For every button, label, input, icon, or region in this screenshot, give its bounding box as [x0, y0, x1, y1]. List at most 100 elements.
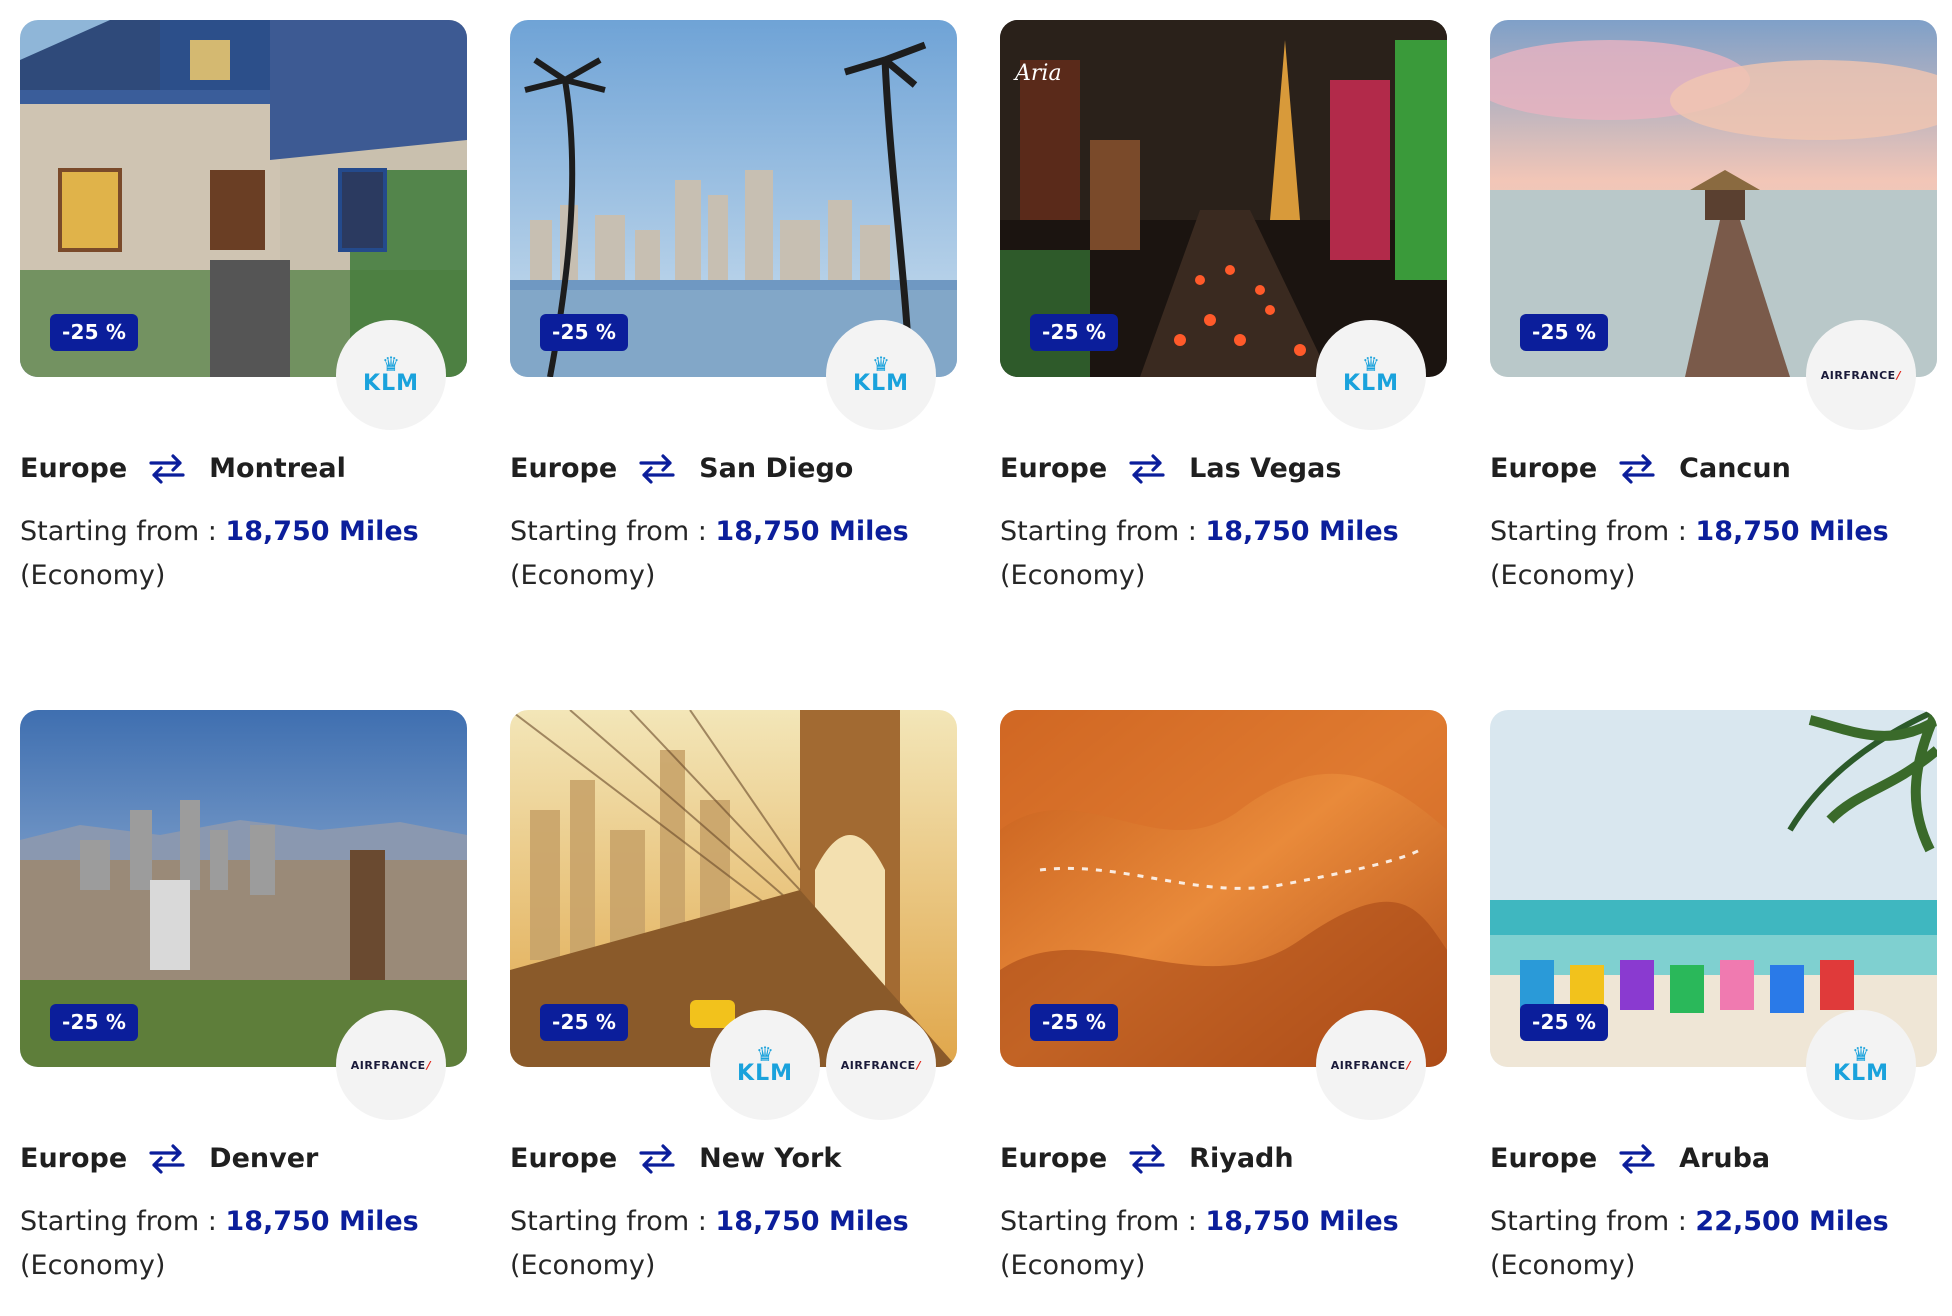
price-miles: 18,750 Miles: [715, 1206, 909, 1237]
route-origin: Europe: [1000, 453, 1108, 484]
route-title[interactable]: Europe Riyadh: [1000, 1143, 1447, 1174]
klm-airline-badge: ♛ KLM: [826, 320, 936, 430]
price-miles: 18,750 Miles: [225, 1206, 419, 1237]
klm-wordmark: KLM: [1343, 371, 1399, 396]
airfrance-logo: AIRFRANCE/: [1820, 368, 1902, 382]
airfrance-logo: AIRFRANCE/: [350, 1058, 432, 1072]
route-origin: Europe: [510, 453, 618, 484]
price-label: Starting from :: [1000, 516, 1197, 547]
price-block: Starting from : 18,750 Miles (Economy): [20, 510, 467, 598]
price-miles: 18,750 Miles: [1695, 516, 1889, 547]
destination-grid: -25 % Europe Montreal Starting from : 18…: [20, 20, 1937, 1281]
destination-card[interactable]: -25 % Europe Riyadh Starting from : 18,7…: [1000, 710, 1447, 1281]
route-destination: Riyadh: [1189, 1143, 1294, 1174]
swap-arrows-icon: [1129, 1143, 1165, 1174]
route-title[interactable]: Europe Las Vegas: [1000, 453, 1447, 484]
swap-arrows-icon: [1619, 1143, 1655, 1174]
route-origin: Europe: [20, 1143, 128, 1174]
discount-badge: -25 %: [1030, 314, 1119, 351]
route-destination: Cancun: [1679, 453, 1791, 484]
route-title[interactable]: Europe New York: [510, 1143, 957, 1174]
price-block: Starting from : 18,750 Miles (Economy): [1000, 510, 1447, 598]
destination-card[interactable]: -25 % Europe New York Starting from : 18…: [510, 710, 957, 1281]
destination-card[interactable]: -25 % Europe Cancun Starting from : 18,7…: [1490, 20, 1937, 591]
klm-airline-badge: ♛ KLM: [1806, 1010, 1916, 1120]
airfrance-airline-badge: AIRFRANCE/: [826, 1010, 936, 1120]
route-destination: Aruba: [1679, 1143, 1771, 1174]
swap-arrows-icon: [149, 453, 185, 484]
price-miles: 18,750 Miles: [715, 516, 909, 547]
price-label: Starting from :: [20, 516, 217, 547]
klm-logo: ♛ KLM: [853, 354, 909, 396]
swap-arrows-icon: [639, 453, 675, 484]
price-label: Starting from :: [20, 1206, 217, 1237]
price-block: Starting from : 18,750 Miles (Economy): [510, 1200, 957, 1288]
klm-wordmark: KLM: [1833, 1061, 1889, 1086]
cabin-class: (Economy): [510, 560, 656, 591]
cabin-class: (Economy): [510, 1250, 656, 1281]
destination-card[interactable]: -25 % Europe Denver Starting from : 18,7…: [20, 710, 467, 1281]
cabin-class: (Economy): [1000, 1250, 1146, 1281]
price-miles: 18,750 Miles: [225, 516, 419, 547]
route-origin: Europe: [1000, 1143, 1108, 1174]
airfrance-airline-badge: AIRFRANCE/: [1316, 1010, 1426, 1120]
swap-arrows-icon: [149, 1143, 185, 1174]
price-label: Starting from :: [1490, 1206, 1687, 1237]
airfrance-logo: AIRFRANCE/: [1330, 1058, 1412, 1072]
price-block: Starting from : 18,750 Miles (Economy): [1000, 1200, 1447, 1288]
discount-badge: -25 %: [50, 314, 139, 351]
price-miles: 18,750 Miles: [1205, 516, 1399, 547]
price-block: Starting from : 22,500 Miles (Economy): [1490, 1200, 1937, 1288]
price-label: Starting from :: [1490, 516, 1687, 547]
route-origin: Europe: [20, 453, 128, 484]
route-destination: Montreal: [209, 453, 346, 484]
klm-airline-badge: ♛ KLM: [1316, 320, 1426, 430]
airfrance-logo: AIRFRANCE/: [840, 1058, 922, 1072]
route-destination: Denver: [209, 1143, 319, 1174]
price-block: Starting from : 18,750 Miles (Economy): [510, 510, 957, 598]
swap-arrows-icon: [1619, 453, 1655, 484]
cabin-class: (Economy): [1490, 1250, 1636, 1281]
swap-arrows-icon: [639, 1143, 675, 1174]
airfrance-airline-badge: AIRFRANCE/: [1806, 320, 1916, 430]
destination-card[interactable]: Aria -25 % Europe Las Vegas Starting fro…: [1000, 20, 1447, 591]
cabin-class: (Economy): [1000, 560, 1146, 591]
svg-text:Aria: Aria: [1013, 61, 1062, 86]
airfrance-airline-badge: AIRFRANCE/: [336, 1010, 446, 1120]
cabin-class: (Economy): [20, 560, 166, 591]
route-title[interactable]: Europe Cancun: [1490, 453, 1937, 484]
discount-badge: -25 %: [1520, 1004, 1609, 1041]
klm-logo: ♛ KLM: [737, 1044, 793, 1086]
route-title[interactable]: Europe Montreal: [20, 453, 467, 484]
route-destination: Las Vegas: [1189, 453, 1342, 484]
route-title[interactable]: Europe San Diego: [510, 453, 957, 484]
price-block: Starting from : 18,750 Miles (Economy): [20, 1200, 467, 1288]
klm-wordmark: KLM: [853, 371, 909, 396]
price-miles: 18,750 Miles: [1205, 1206, 1399, 1237]
cabin-class: (Economy): [1490, 560, 1636, 591]
discount-badge: -25 %: [1030, 1004, 1119, 1041]
route-origin: Europe: [1490, 1143, 1598, 1174]
swap-arrows-icon: [1129, 453, 1165, 484]
destination-card[interactable]: -25 % Europe Montreal Starting from : 18…: [20, 20, 467, 591]
klm-logo: ♛ KLM: [1833, 1044, 1889, 1086]
discount-badge: -25 %: [50, 1004, 139, 1041]
destination-card[interactable]: -25 % Europe San Diego Starting from : 1…: [510, 20, 957, 591]
klm-logo: ♛ KLM: [1343, 354, 1399, 396]
price-miles: 22,500 Miles: [1695, 1206, 1889, 1237]
klm-airline-badge: ♛ KLM: [710, 1010, 820, 1120]
route-destination: New York: [699, 1143, 842, 1174]
klm-wordmark: KLM: [737, 1061, 793, 1086]
route-origin: Europe: [1490, 453, 1598, 484]
klm-airline-badge: ♛ KLM: [336, 320, 446, 430]
destination-card[interactable]: -25 % Europe Aruba Starting from : 22,50…: [1490, 710, 1937, 1281]
discount-badge: -25 %: [1520, 314, 1609, 351]
discount-badge: -25 %: [540, 314, 629, 351]
discount-badge: -25 %: [540, 1004, 629, 1041]
price-block: Starting from : 18,750 Miles (Economy): [1490, 510, 1937, 598]
route-title[interactable]: Europe Aruba: [1490, 1143, 1937, 1174]
route-title[interactable]: Europe Denver: [20, 1143, 467, 1174]
price-label: Starting from :: [1000, 1206, 1197, 1237]
route-origin: Europe: [510, 1143, 618, 1174]
price-label: Starting from :: [510, 516, 707, 547]
